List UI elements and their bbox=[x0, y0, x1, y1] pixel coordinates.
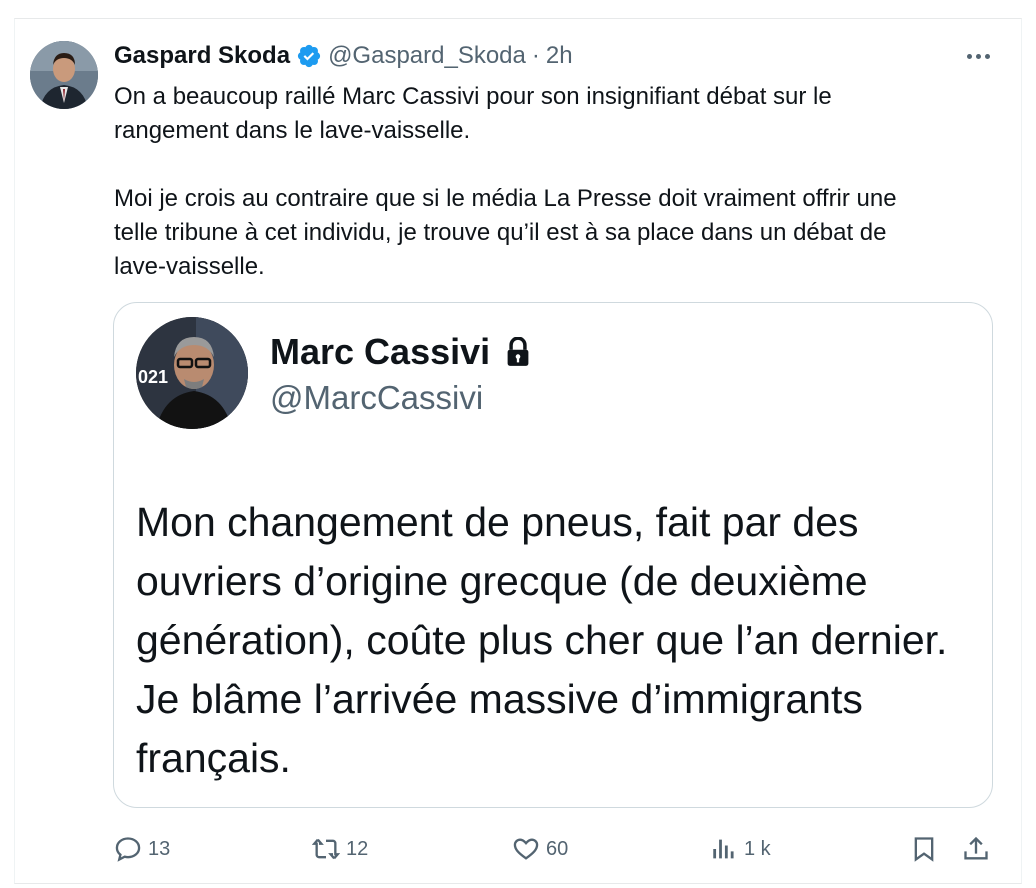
tweet-text: On a beaucoup raillé Marc Cassivi pour s… bbox=[114, 83, 897, 280]
author-handle[interactable]: @Gaspard_Skoda bbox=[328, 42, 526, 70]
reply-icon bbox=[115, 837, 141, 862]
bookmark-button[interactable] bbox=[910, 832, 944, 866]
repost-button[interactable]: 12 bbox=[312, 832, 368, 866]
tweet-timestamp[interactable]: 2h bbox=[546, 42, 573, 70]
share-icon bbox=[964, 836, 988, 860]
share-button[interactable] bbox=[962, 832, 996, 866]
views-icon bbox=[713, 839, 734, 859]
separator-dot: · bbox=[531, 42, 540, 69]
tweet-header: Gaspard Skoda @Gaspard_Skoda · 2h bbox=[114, 40, 573, 72]
more-icon[interactable] bbox=[958, 42, 998, 70]
quoted-tweet-card[interactable]: 021 Marc Cassivi @MarcCassivi Mon change… bbox=[113, 302, 993, 808]
reply-button[interactable]: 13 bbox=[114, 832, 170, 866]
lock-icon bbox=[507, 337, 529, 366]
views-button[interactable]: 1 k bbox=[710, 832, 771, 866]
avatar-overlay-text: 021 bbox=[138, 367, 168, 387]
like-count: 60 bbox=[546, 837, 569, 860]
bookmark-icon bbox=[914, 837, 934, 862]
author-avatar[interactable] bbox=[30, 41, 98, 109]
quoted-tweet-text: Mon changement de pneus, fait par des ou… bbox=[136, 499, 948, 781]
repost-count: 12 bbox=[346, 837, 369, 860]
like-icon bbox=[513, 838, 539, 860]
quoted-author-handle: @MarcCassivi bbox=[270, 379, 484, 416]
repost-icon bbox=[312, 838, 340, 860]
quoted-author-name-row: Marc Cassivi bbox=[270, 331, 532, 373]
like-button[interactable]: 60 bbox=[512, 832, 568, 866]
quoted-author-avatar: 021 bbox=[136, 317, 248, 429]
reply-count: 13 bbox=[148, 837, 171, 860]
author-name[interactable]: Gaspard Skoda bbox=[114, 42, 290, 70]
action-bar: 13 12 60 1 k bbox=[0, 832, 1036, 866]
views-count: 1 k bbox=[744, 837, 771, 860]
quoted-author-name: Marc Cassivi bbox=[270, 331, 491, 372]
verified-badge-icon bbox=[297, 44, 321, 68]
